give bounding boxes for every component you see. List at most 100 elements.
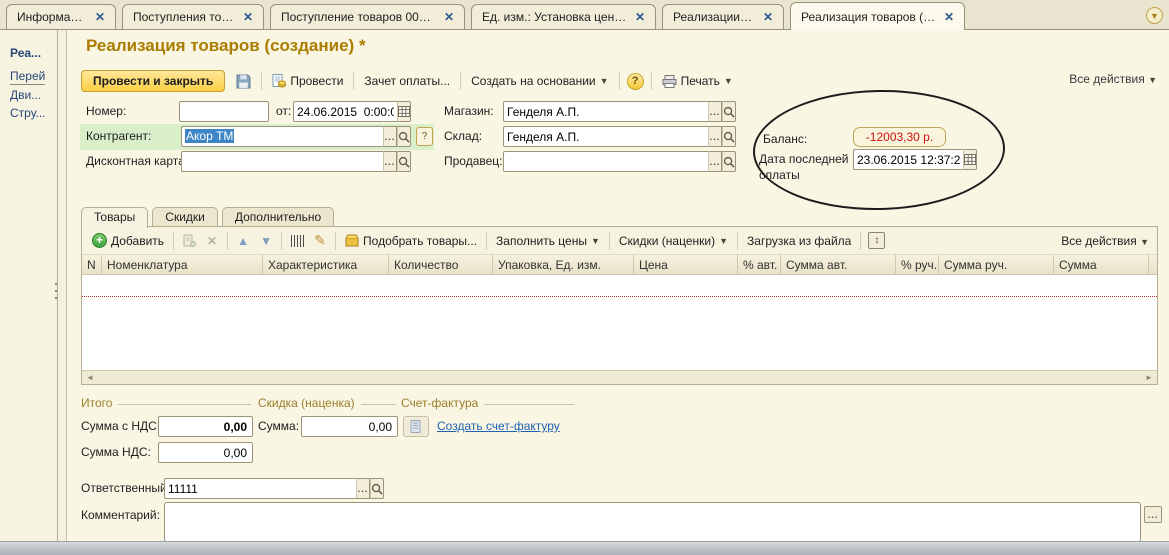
items-table-body[interactable] — [82, 275, 1157, 370]
seller-select-button[interactable]: ... — [708, 151, 722, 172]
move-up-button[interactable]: ▲ — [235, 233, 251, 248]
comment-expand-button[interactable]: ... — [1144, 506, 1162, 523]
tab-tovary[interactable]: Товары — [81, 207, 148, 228]
discount-card-input[interactable] — [181, 151, 383, 172]
arrow-down-icon: ▼ — [260, 234, 272, 248]
tab-postupleniya-tovarov[interactable]: Поступления товаров ✕ — [122, 4, 264, 29]
comment-input[interactable] — [164, 502, 1141, 542]
expand-table-button[interactable]: ↕ — [868, 232, 885, 249]
column-header-cena[interactable]: Цена — [634, 255, 738, 274]
tab-close-icon[interactable]: ✕ — [635, 10, 645, 24]
delete-row-button[interactable]: ✕ — [204, 233, 220, 248]
toolbar-separator — [609, 232, 610, 250]
seller-open-button[interactable] — [722, 151, 736, 172]
counterparty-open-button[interactable] — [397, 126, 411, 147]
column-header-summa[interactable]: Сумма — [1054, 255, 1149, 274]
create-based-on-label: Создать на основании — [471, 74, 596, 88]
sum-with-vat-input[interactable] — [158, 416, 253, 437]
fill-prices-button[interactable]: Заполнить цены ▼ — [494, 233, 602, 249]
responsible-select-button[interactable]: ... — [356, 478, 370, 499]
column-header-harakteristika[interactable]: Характеристика — [263, 255, 389, 274]
column-header-pct-avt[interactable]: % авт. — [738, 255, 781, 274]
scrollbar-track[interactable] — [98, 371, 1141, 384]
payment-offset-button[interactable]: Зачет оплаты... — [361, 72, 453, 90]
date-label: от: — [276, 104, 291, 118]
tab-close-icon[interactable]: ✕ — [944, 10, 954, 24]
tab-label: Поступления товаров — [133, 10, 235, 24]
discounts-button[interactable]: Скидки (наценки) ▼ — [617, 233, 730, 249]
chevron-down-icon: ▼ — [1140, 237, 1149, 247]
number-input[interactable] — [179, 101, 269, 122]
counterparty-label: Контрагент: — [86, 129, 151, 143]
tab-close-icon[interactable]: ✕ — [763, 10, 773, 24]
responsible-input[interactable] — [164, 478, 356, 499]
tab-postuplenie-tovarov-doc[interactable]: Поступление товаров 000О-00001... ✕ — [270, 4, 465, 29]
tab-realizacii-tovarov[interactable]: Реализации товаров ✕ — [662, 4, 784, 29]
tab-dopolnitelno[interactable]: Дополнительно — [222, 207, 334, 227]
save-button[interactable] — [232, 71, 254, 91]
load-from-file-button[interactable]: Загрузка из файла — [745, 233, 853, 249]
tab-close-icon[interactable]: ✕ — [444, 10, 454, 24]
warehouse-input[interactable] — [503, 126, 708, 147]
form-row-number: Номер: от: Магазин: ... — [67, 101, 1169, 123]
toolbar-separator — [281, 232, 282, 250]
sidebar-splitter[interactable] — [55, 283, 58, 304]
shop-select-button[interactable]: ... — [708, 101, 722, 122]
sidebar-item-struktura[interactable]: Стру... — [10, 106, 46, 120]
discount-card-open-button[interactable] — [397, 151, 411, 172]
edit-button[interactable]: ✎ — [312, 233, 328, 248]
seller-input[interactable] — [503, 151, 708, 172]
date-calendar-button[interactable] — [397, 101, 411, 122]
column-header-summa-ruch[interactable]: Сумма руч. — [939, 255, 1054, 274]
shop-open-button[interactable] — [722, 101, 736, 122]
tab-close-icon[interactable]: ✕ — [95, 10, 105, 24]
discount-sum-input[interactable] — [301, 416, 398, 437]
warehouse-open-button[interactable] — [722, 126, 736, 147]
post-button[interactable]: Провести — [269, 72, 346, 90]
sum-vat-input[interactable] — [158, 442, 253, 463]
tab-close-icon[interactable]: ✕ — [243, 10, 253, 24]
table-end-marker — [82, 296, 1157, 297]
post-and-close-button[interactable]: Провести и закрыть — [81, 70, 225, 92]
date-input[interactable] — [293, 101, 397, 122]
warehouse-select-button[interactable]: ... — [708, 126, 722, 147]
move-down-button[interactable]: ▼ — [258, 233, 274, 248]
tab-realizaciya-sozdanie[interactable]: Реализация товаров (создание) * ✕ — [790, 2, 965, 30]
items-all-actions-button[interactable]: Все действия ▼ — [1061, 234, 1149, 248]
column-header-upakovka[interactable]: Упаковка, Ед. изм. — [493, 255, 634, 274]
shop-input[interactable] — [503, 101, 708, 122]
column-header-summa-avt[interactable]: Сумма авт. — [781, 255, 896, 274]
discount-card-select-button[interactable]: ... — [383, 151, 397, 172]
tab-scroll-button[interactable]: ▼ — [1146, 7, 1163, 24]
create-invoice-link[interactable]: Создать счет-фактуру — [437, 419, 560, 433]
column-header-nomenklatura[interactable]: Номенклатура — [102, 255, 263, 274]
tab-skidki[interactable]: Скидки — [152, 207, 218, 227]
counterparty-question-button[interactable]: ? — [416, 127, 433, 146]
items-horizontal-scrollbar[interactable]: ◄ ► — [82, 370, 1157, 384]
column-header-n[interactable]: N — [82, 255, 102, 274]
create-based-on-button[interactable]: Создать на основании ▼ — [468, 72, 611, 90]
scroll-left-button[interactable]: ◄ — [82, 371, 98, 384]
scroll-right-button[interactable]: ► — [1141, 371, 1157, 384]
print-button[interactable]: Печать ▼ — [659, 72, 736, 90]
invoice-button[interactable] — [403, 416, 429, 437]
tab-informaciya[interactable]: Информация ✕ — [6, 4, 116, 29]
counterparty-select-button[interactable]: ... — [383, 126, 397, 147]
help-button[interactable]: ? — [627, 73, 644, 90]
sidebar-item-realizaciya[interactable]: Реа... — [10, 46, 41, 60]
invoice-document-icon — [410, 420, 422, 433]
column-header-pct-ruch[interactable]: % руч. — [896, 255, 939, 274]
toolbar-separator — [227, 232, 228, 250]
barcode-button[interactable] — [289, 233, 305, 248]
items-tab-strip: Товары Скидки Дополнительно — [81, 207, 334, 227]
responsible-open-button[interactable] — [370, 478, 384, 499]
add-row-button[interactable]: + Добавить — [90, 232, 166, 249]
all-actions-button[interactable]: Все действия ▼ — [1069, 72, 1157, 86]
counterparty-input[interactable]: Акор ТМ — [181, 126, 383, 147]
tab-ustanovka-cen[interactable]: Ед. изм.: Установка цен номенкл... ✕ — [471, 4, 656, 29]
column-header-kolichestvo[interactable]: Количество — [389, 255, 493, 274]
toolbar-separator — [619, 72, 620, 90]
pick-goods-button[interactable]: Подобрать товары... — [343, 233, 479, 249]
sidebar-item-dvizheniya[interactable]: Дви... — [10, 88, 41, 102]
copy-row-button[interactable] — [181, 233, 197, 248]
